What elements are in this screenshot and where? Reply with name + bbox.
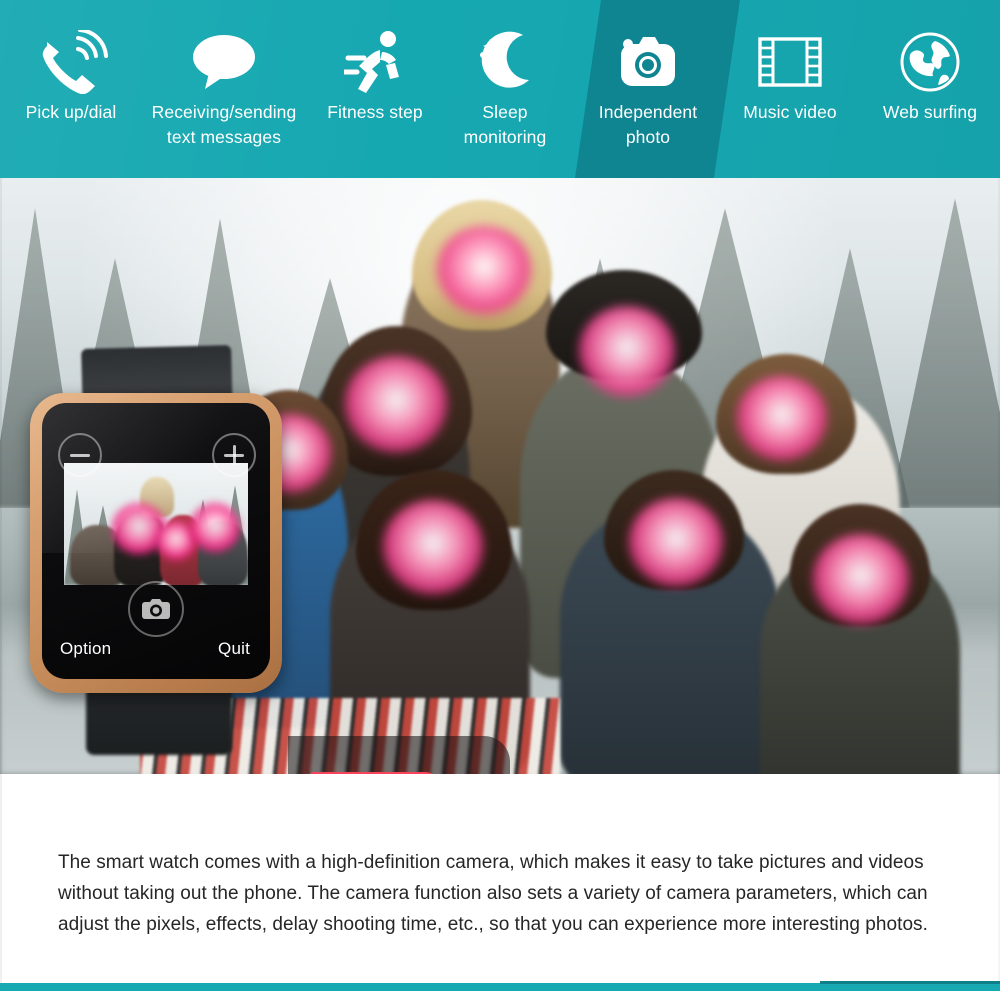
watch-body: Option Quit — [30, 393, 282, 693]
crescent-moon-stars-icon — [473, 26, 537, 98]
globe-icon — [899, 26, 961, 98]
feature-label: Fitness step — [327, 102, 423, 122]
page-edge-left — [0, 178, 2, 984]
feature-label: Receiving/sending text messages — [151, 102, 297, 147]
watch-softkey-option[interactable]: Option — [60, 639, 111, 659]
feature-item-web-surfing[interactable]: Web surfing — [860, 0, 1000, 178]
product-description-text: The smart watch comes with a high-defini… — [58, 852, 928, 935]
footer-accent-bar — [0, 981, 1000, 991]
feature-label: Music video — [743, 102, 837, 122]
zoom-out-button[interactable] — [58, 433, 102, 477]
feature-item-text-messages[interactable]: Receiving/sending text messages — [138, 0, 310, 178]
callout-badge: Fun shooting — [310, 772, 441, 774]
camera-viewfinder — [64, 463, 248, 585]
smart-watch: Option Quit — [30, 345, 282, 755]
feature-label: Independent photo — [598, 102, 698, 147]
feature-item-independent-photo[interactable]: Independent photo — [580, 0, 716, 178]
feature-item-music-video[interactable]: Music video — [722, 0, 858, 178]
phone-ringing-icon — [34, 26, 108, 98]
zoom-in-button[interactable] — [212, 433, 256, 477]
speech-bubble-icon — [191, 26, 257, 98]
feature-label: Pick up/dial — [25, 102, 117, 122]
camera-shutter-button[interactable] — [128, 581, 184, 637]
feature-item-pick-up-dial[interactable]: Pick up/dial — [4, 0, 138, 178]
feature-item-sleep-monitoring[interactable]: Sleep monitoring — [440, 0, 570, 178]
feature-navigation-bar: Pick up/dial Receiving/sending text mess… — [0, 0, 1000, 178]
watch-softkey-quit[interactable]: Quit — [218, 639, 250, 659]
watch-screen: Option Quit — [42, 403, 270, 679]
film-strip-icon — [757, 26, 823, 98]
camera-shutter-icon — [142, 599, 170, 619]
feature-callout-card: Fun shooting With a camera, shooting is … — [288, 736, 510, 774]
feature-item-fitness-step[interactable]: Fitness step — [310, 0, 440, 178]
feature-label: Web surfing — [882, 102, 978, 122]
camera-icon — [615, 26, 681, 98]
product-feature-page: Pick up/dial Receiving/sending text mess… — [0, 0, 1000, 991]
running-person-icon — [344, 26, 406, 98]
feature-label: Sleep monitoring — [463, 102, 547, 147]
lifestyle-photo: Option Quit Fun shooting With a camera, … — [0, 178, 1000, 774]
